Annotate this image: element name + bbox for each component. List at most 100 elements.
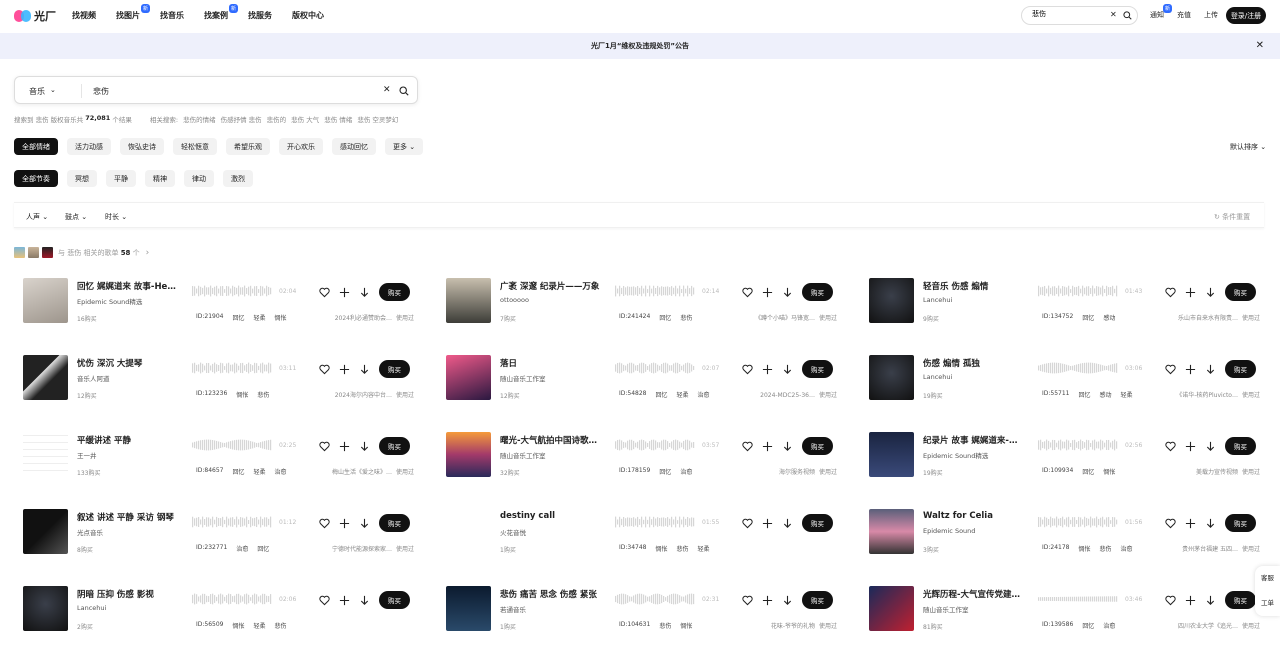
buy-button[interactable]: 购买: [802, 437, 833, 455]
related-link[interactable]: 伤感抒情 悲伤: [221, 114, 262, 124]
category-select[interactable]: 音乐: [29, 86, 45, 97]
waveform[interactable]: [615, 439, 697, 451]
tag[interactable]: 惆怅: [680, 621, 692, 630]
download-icon[interactable]: [1205, 441, 1216, 452]
track-title[interactable]: 平缓讲述 平静: [77, 434, 177, 446]
notification-link[interactable]: 通知新: [1150, 4, 1172, 20]
related-link[interactable]: 悲伤 大气: [291, 114, 319, 124]
track-title[interactable]: 伤感 煽情 孤独: [923, 357, 1023, 369]
waveform[interactable]: [192, 285, 274, 297]
tag[interactable]: 悲伤: [677, 544, 689, 553]
heart-icon[interactable]: [319, 518, 330, 529]
rhythm-chip[interactable]: 精神: [145, 170, 175, 187]
plus-icon[interactable]: [339, 287, 350, 298]
login-button[interactable]: 登录/注册: [1226, 7, 1266, 24]
download-icon[interactable]: [359, 518, 370, 529]
track-title[interactable]: 广袤 深邃 纪录片——万象: [500, 280, 600, 292]
mood-chip[interactable]: 恢弘史诗: [120, 138, 164, 155]
track-artist[interactable]: 随山音乐工作室: [923, 604, 969, 614]
tag[interactable]: 轻柔: [254, 313, 266, 322]
download-icon[interactable]: [1205, 518, 1216, 529]
track-artist[interactable]: Lancehui: [77, 604, 106, 612]
more-moods-button[interactable]: 更多 ⌄: [385, 138, 424, 155]
tag[interactable]: 轻柔: [254, 621, 266, 630]
heart-icon[interactable]: [319, 595, 330, 606]
header-search-input[interactable]: [1032, 10, 1102, 18]
track-cover[interactable]: [869, 278, 914, 323]
nav-item-cases[interactable]: 找案例新: [204, 4, 238, 21]
download-icon[interactable]: [782, 595, 793, 606]
track-cover[interactable]: [23, 278, 68, 323]
mood-chip[interactable]: 全部情绪: [14, 138, 58, 155]
track-cover[interactable]: [446, 509, 491, 554]
mood-chip[interactable]: 希望乐观: [226, 138, 270, 155]
waveform[interactable]: [192, 516, 274, 528]
heart-icon[interactable]: [742, 441, 753, 452]
upload-link[interactable]: 上传: [1204, 10, 1218, 20]
buy-button[interactable]: 购买: [379, 514, 410, 532]
tag[interactable]: 悲伤: [257, 390, 269, 399]
tag[interactable]: 轻柔: [254, 467, 266, 476]
buy-button[interactable]: 购买: [1225, 283, 1256, 301]
nav-item-images[interactable]: 找图片新: [116, 4, 150, 21]
tag[interactable]: 治愈: [236, 544, 248, 553]
tag[interactable]: 悲伤: [659, 621, 671, 630]
tag[interactable]: 悲伤: [680, 313, 692, 322]
tag[interactable]: 回忆: [656, 390, 668, 399]
track-artist[interactable]: 音乐人阿道: [77, 373, 110, 383]
track-title[interactable]: 轻音乐 伤感 煽情: [923, 280, 1023, 292]
buy-button[interactable]: 购买: [1225, 514, 1256, 532]
sort-select[interactable]: 默认排序 ⌄: [1230, 142, 1266, 152]
clear-icon[interactable]: ✕: [383, 85, 391, 95]
nav-item-services[interactable]: 找服务: [248, 10, 272, 21]
download-icon[interactable]: [1205, 287, 1216, 298]
related-link[interactable]: 悲伤 空灵梦幻: [357, 114, 398, 124]
track-title[interactable]: 纪录片 故事 娓娓道来-Blue: [923, 434, 1023, 446]
download-icon[interactable]: [782, 441, 793, 452]
drum-filter[interactable]: 鼓点 ⌄: [65, 212, 87, 222]
buy-button[interactable]: 购买: [802, 360, 833, 378]
plus-icon[interactable]: [339, 595, 350, 606]
tag[interactable]: 治愈: [680, 467, 692, 476]
logo[interactable]: 光厂: [14, 8, 56, 24]
buy-button[interactable]: 购买: [379, 437, 410, 455]
buy-button[interactable]: 购买: [802, 283, 833, 301]
waveform[interactable]: [1038, 593, 1120, 605]
track-artist[interactable]: 若通音乐: [500, 604, 526, 614]
recharge-link[interactable]: 充值: [1177, 10, 1191, 20]
waveform[interactable]: [615, 516, 697, 528]
download-icon[interactable]: [359, 364, 370, 375]
waveform[interactable]: [1038, 516, 1120, 528]
plus-icon[interactable]: [762, 595, 773, 606]
track-title[interactable]: 悲伤 痛苦 思念 伤感 紧张: [500, 588, 600, 600]
nav-item-videos[interactable]: 找视频: [72, 10, 96, 21]
chevron-down-icon[interactable]: ⌄: [50, 86, 56, 94]
waveform[interactable]: [192, 439, 274, 451]
plus-icon[interactable]: [1185, 595, 1196, 606]
download-icon[interactable]: [1205, 595, 1216, 606]
buy-button[interactable]: 购买: [1225, 437, 1256, 455]
track-title[interactable]: 阴暗 压抑 伤感 影视: [77, 588, 177, 600]
search-icon[interactable]: [1123, 11, 1132, 20]
track-card[interactable]: Waltz for Celia Epidemic Sound 3购买 01:56 ID:…: [860, 509, 1270, 569]
heart-icon[interactable]: [1165, 595, 1176, 606]
clear-icon[interactable]: ✕: [1110, 10, 1117, 19]
track-card[interactable]: 轻音乐 伤感 煽情 Lancehui 9购买 01:43 ID:134752 回忆 感动 乐山…: [860, 278, 1270, 338]
track-cover[interactable]: [446, 432, 491, 477]
buy-button[interactable]: 购买: [802, 514, 833, 532]
plus-icon[interactable]: [1185, 441, 1196, 452]
rhythm-chip[interactable]: 律动: [184, 170, 214, 187]
track-cover[interactable]: [446, 355, 491, 400]
tag[interactable]: 轻柔: [677, 390, 689, 399]
track-cover[interactable]: [23, 509, 68, 554]
track-cover[interactable]: [23, 432, 68, 477]
track-card[interactable]: 阴暗 压抑 伤感 影视 Lancehui 2购买 02:06 ID:56509 惆怅 轻柔悲…: [14, 586, 424, 646]
track-card[interactable]: 回忆 娓娓道来 故事-Heartfelt Epidemic Sound精选 16购买…: [14, 278, 424, 338]
track-artist[interactable]: 王一井: [77, 450, 97, 460]
track-artist[interactable]: 随山音乐工作室: [500, 373, 546, 383]
close-icon[interactable]: ✕: [1256, 40, 1264, 51]
tag[interactable]: 惆怅: [236, 390, 248, 399]
buy-button[interactable]: 购买: [379, 283, 410, 301]
track-title[interactable]: 光辉历程-大气宣传党建红色: [923, 588, 1023, 600]
plus-icon[interactable]: [1185, 364, 1196, 375]
